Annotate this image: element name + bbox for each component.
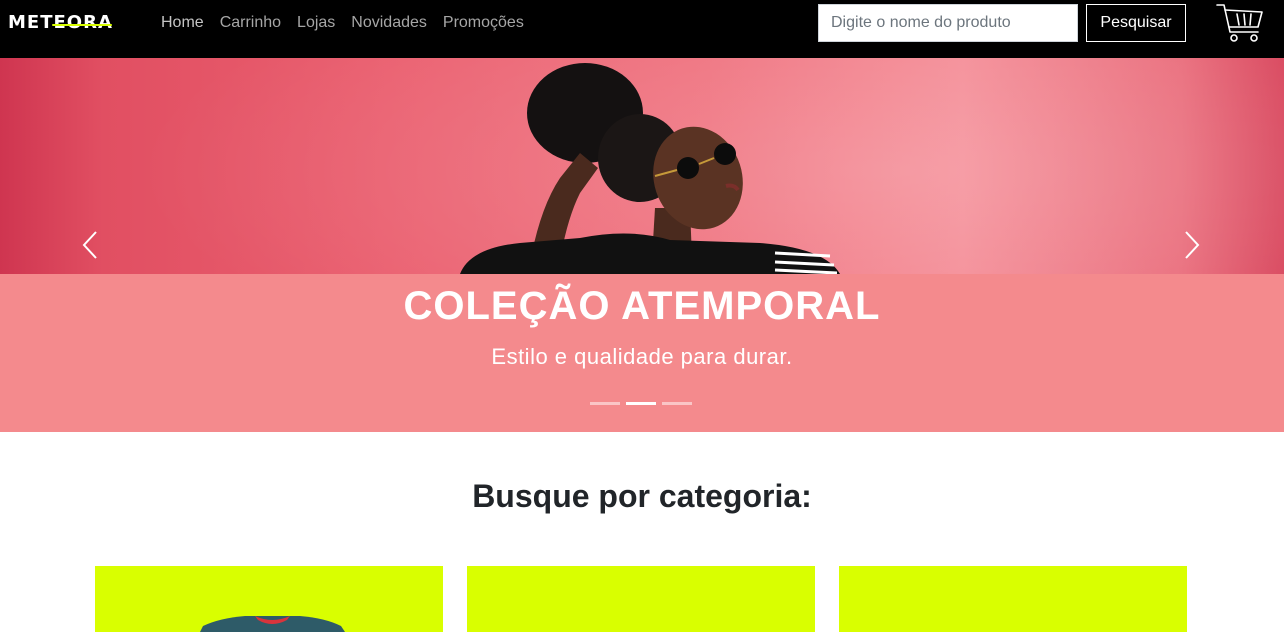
carousel-next-button[interactable] <box>1176 228 1206 262</box>
category-card-3[interactable] <box>839 566 1187 632</box>
logo-swoosh <box>52 24 112 26</box>
main-nav: Home Carrinho Lojas Novidades Promoções <box>153 0 532 46</box>
carousel-indicator-1[interactable] <box>590 402 620 405</box>
chevron-left-icon <box>82 231 97 259</box>
brand-logo-text: METEORA <box>8 12 113 33</box>
hero-model-image <box>460 63 840 274</box>
category-card-1[interactable] <box>95 566 443 632</box>
search-button[interactable]: Pesquisar <box>1086 4 1186 42</box>
category-heading: Busque por categoria: <box>472 478 812 514</box>
search-input[interactable] <box>818 4 1078 42</box>
nav-link-lojas[interactable]: Lojas <box>289 0 343 46</box>
category-shirt-image <box>200 616 345 632</box>
top-navbar: METEORA Home Carrinho Lojas Novidades Pr… <box>0 0 1284 58</box>
nav-link-home[interactable]: Home <box>153 0 212 46</box>
hero-carousel: COLEÇÃO ATEMPORAL Estilo e qualidade par… <box>0 58 1284 432</box>
carousel-indicator-3[interactable] <box>662 402 692 405</box>
carousel-indicator-2[interactable] <box>626 402 656 405</box>
nav-link-carrinho[interactable]: Carrinho <box>212 0 289 46</box>
hero-subtitle: Estilo e qualidade para durar. <box>491 344 793 369</box>
chevron-right-icon <box>1185 231 1200 259</box>
nav-link-novidades[interactable]: Novidades <box>343 0 435 46</box>
brand-logo[interactable]: METEORA <box>8 12 134 34</box>
hero-title: COLEÇÃO ATEMPORAL <box>403 284 881 328</box>
carousel-indicators <box>590 402 692 405</box>
carousel-prev-button[interactable] <box>76 228 106 262</box>
nav-link-promocoes[interactable]: Promoções <box>435 0 532 46</box>
shopping-cart-icon[interactable] <box>1214 2 1266 44</box>
category-card-2[interactable] <box>467 566 815 632</box>
